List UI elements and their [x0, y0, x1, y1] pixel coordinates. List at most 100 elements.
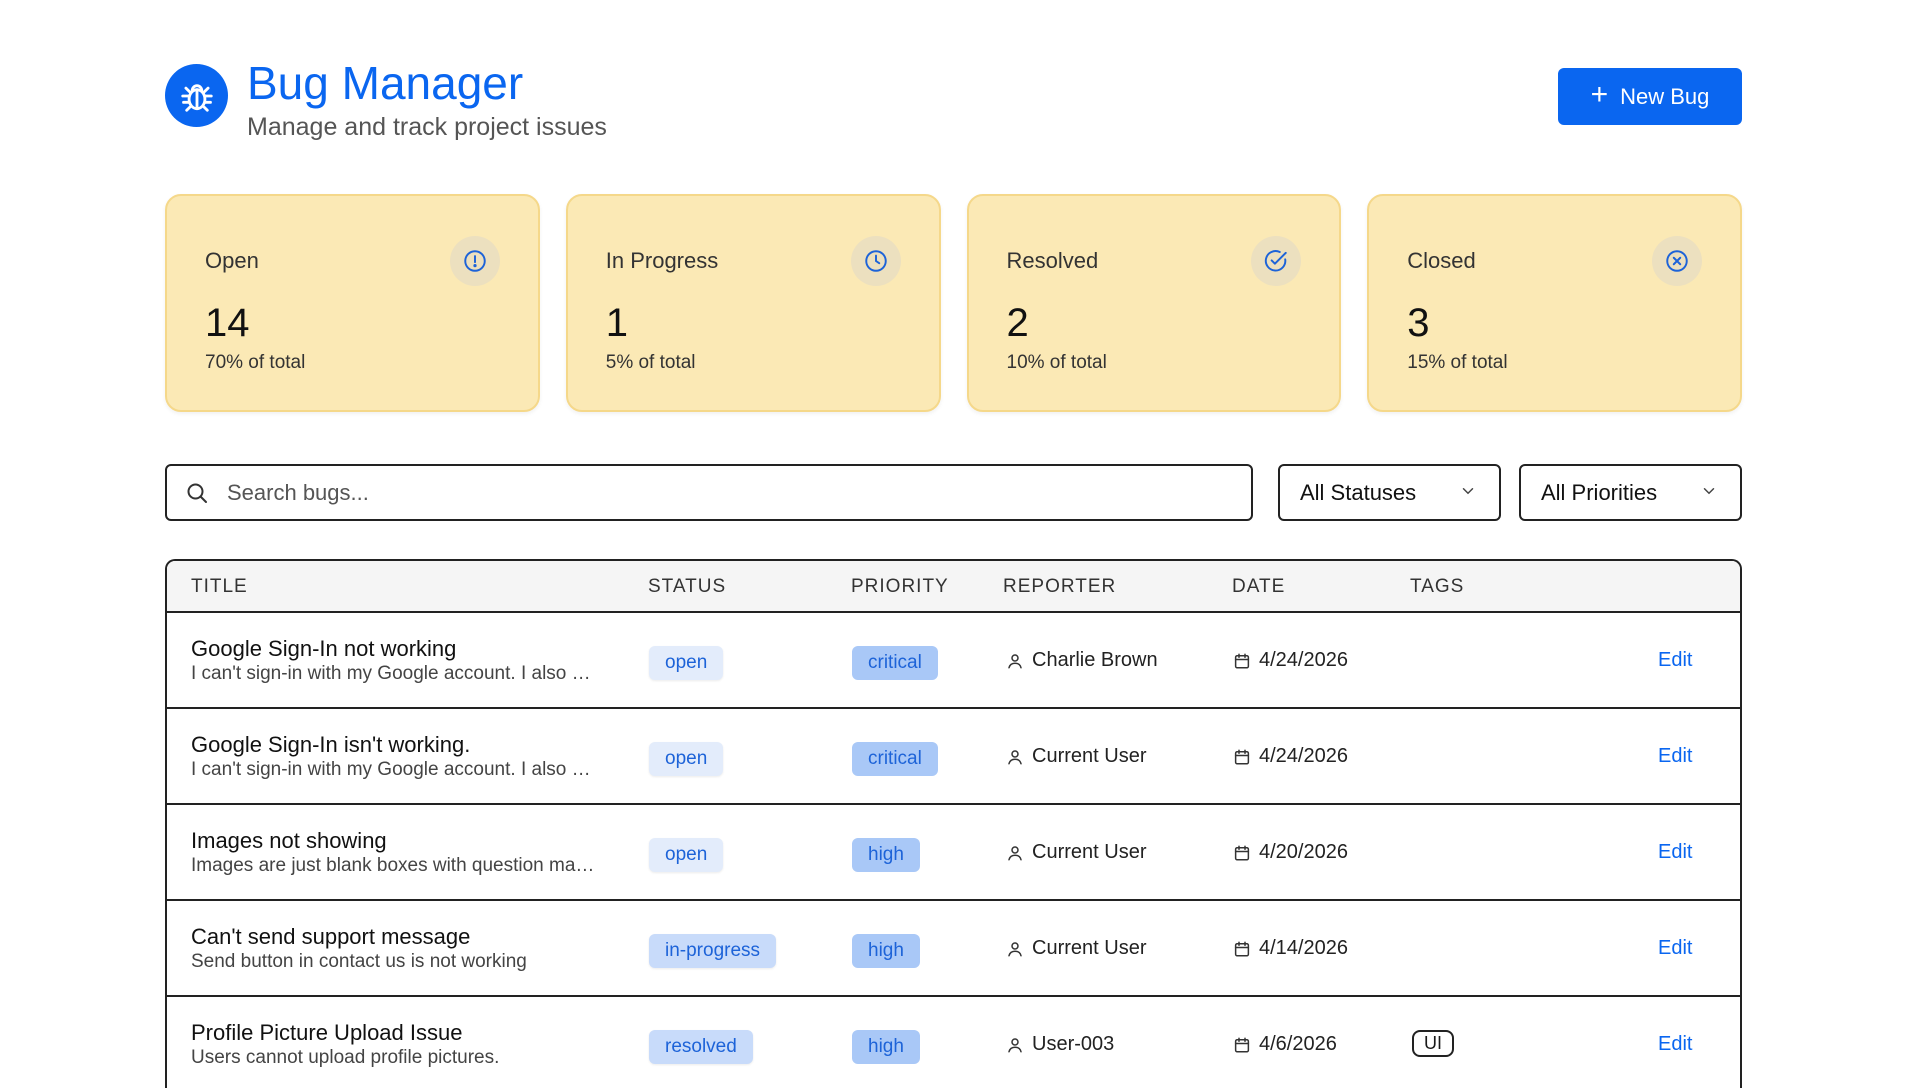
stat-percent: 70% of total	[205, 352, 306, 373]
bug-title-cell: Google Sign-In isn't working. I can't si…	[191, 731, 621, 782]
user-icon	[1008, 941, 1022, 956]
reporter-cell: Current User	[1006, 937, 1146, 960]
table-row[interactable]: Images not showing Images are just blank…	[167, 805, 1740, 901]
date-cell: 4/24/2026	[1233, 649, 1348, 672]
tag-badge: UI	[1412, 1030, 1454, 1057]
table-row[interactable]: Can't send support message Send button i…	[167, 901, 1740, 997]
bug-title-cell: Can't send support message Send button i…	[191, 923, 621, 974]
stat-card-open: Open 14 70% of total	[165, 194, 540, 412]
bug-description: I can't sign-in with my Google account. …	[191, 759, 591, 780]
app-subtitle: Manage and track project issues	[247, 113, 607, 141]
chevron-down-icon	[1700, 480, 1718, 506]
stat-label: Resolved	[1006, 248, 1099, 273]
bug-title-cell: Images not showing Images are just blank…	[191, 827, 621, 878]
tags-cell: UI	[1412, 1030, 1454, 1057]
status-filter-value: All Statuses	[1300, 479, 1417, 505]
stats-row: Open 14 70% of total In Progress 1 5% of…	[165, 194, 1742, 412]
bug-title: Can't send support message	[191, 924, 471, 949]
table-row[interactable]: Profile Picture Upload Issue Users canno…	[167, 997, 1740, 1088]
column-header-status: STATUS	[648, 576, 727, 597]
reporter-cell: User-003	[1006, 1033, 1114, 1056]
column-header-title: TITLE	[191, 576, 248, 597]
plus-icon: +	[1590, 78, 1609, 111]
column-header-tags: TAGS	[1410, 576, 1465, 597]
x-circle-icon	[1652, 236, 1702, 286]
bug-title-cell: Google Sign-In not working I can't sign-…	[191, 635, 621, 686]
edit-link[interactable]: Edit	[1658, 1033, 1692, 1056]
bug-date: 4/24/2026	[1259, 745, 1348, 767]
stat-card-resolved: Resolved 2 10% of total	[966, 194, 1342, 412]
table-row[interactable]: Google Sign-In not working I can't sign-…	[167, 613, 1740, 709]
status-badge: open	[649, 646, 724, 680]
edit-link[interactable]: Edit	[1658, 649, 1692, 672]
status-badge: open	[649, 742, 724, 776]
alert-circle-icon	[449, 236, 500, 286]
bug-description: Images are just blank boxes with questio…	[191, 855, 595, 876]
calendar-icon	[1234, 941, 1250, 956]
search-box[interactable]	[165, 464, 1253, 521]
search-input[interactable]	[227, 479, 1251, 506]
edit-link[interactable]: Edit	[1658, 841, 1692, 864]
date-cell: 4/14/2026	[1233, 937, 1348, 960]
status-badge: in-progress	[649, 934, 777, 968]
user-icon	[1008, 653, 1022, 668]
edit-link[interactable]: Edit	[1658, 937, 1692, 960]
column-header-date: DATE	[1232, 576, 1286, 597]
table-header: TITLE STATUS PRIORITY REPORTER DATE TAGS	[167, 561, 1740, 613]
date-cell: 4/6/2026	[1233, 1033, 1337, 1056]
bug-title: Google Sign-In not working	[191, 636, 457, 661]
stat-label: In Progress	[605, 248, 719, 273]
table-row[interactable]: Google Sign-In isn't working. I can't si…	[167, 709, 1740, 805]
new-bug-label: New Bug	[1620, 83, 1710, 109]
priority-filter-select[interactable]: All Priorities	[1519, 464, 1742, 521]
stat-percent: 5% of total	[605, 352, 696, 373]
stat-value: 1	[605, 301, 628, 345]
check-circle-icon	[1251, 236, 1302, 286]
header: Bug Manager Manage and track project iss…	[165, 56, 1742, 146]
priority-badge: high	[852, 838, 920, 872]
date-cell: 4/20/2026	[1233, 841, 1348, 864]
user-icon	[1008, 1037, 1022, 1052]
calendar-icon	[1234, 1037, 1250, 1052]
bug-date: 4/20/2026	[1259, 841, 1348, 863]
priority-badge: critical	[852, 646, 938, 680]
bug-title-cell: Profile Picture Upload Issue Users canno…	[191, 1019, 621, 1070]
bug-title: Profile Picture Upload Issue	[191, 1020, 463, 1045]
stat-percent: 10% of total	[1006, 352, 1107, 373]
filters-bar: All Statuses All Priorities	[165, 464, 1742, 521]
reporter-cell: Current User	[1006, 841, 1146, 864]
bug-logo-icon	[165, 64, 228, 127]
stat-label: Closed	[1407, 248, 1476, 273]
stat-card-closed: Closed 3 15% of total	[1367, 194, 1742, 412]
column-header-reporter: REPORTER	[1003, 576, 1117, 597]
reporter-name: Current User	[1032, 745, 1147, 767]
stat-percent: 15% of total	[1407, 352, 1508, 373]
reporter-cell: Current User	[1006, 745, 1146, 768]
status-filter-select[interactable]: All Statuses	[1278, 464, 1501, 521]
bug-date: 4/24/2026	[1259, 649, 1348, 671]
reporter-name: Current User	[1032, 937, 1147, 959]
search-icon	[185, 480, 211, 506]
stat-value: 2	[1006, 301, 1029, 345]
clock-icon	[850, 236, 901, 286]
status-badge: open	[649, 838, 724, 872]
chevron-down-icon	[1459, 480, 1477, 506]
bug-title: Images not showing	[191, 828, 387, 853]
user-icon	[1008, 749, 1022, 764]
priority-badge: high	[852, 934, 920, 968]
reporter-name: Current User	[1032, 841, 1147, 863]
stat-value: 14	[205, 301, 250, 345]
bug-title: Google Sign-In isn't working.	[191, 732, 471, 757]
stat-label: Open	[205, 248, 259, 273]
edit-link[interactable]: Edit	[1658, 745, 1692, 768]
date-cell: 4/24/2026	[1233, 745, 1348, 768]
status-badge: resolved	[649, 1030, 753, 1064]
reporter-name: Charlie Brown	[1032, 649, 1158, 671]
stat-value: 3	[1407, 301, 1430, 345]
stat-card-in-progress: In Progress 1 5% of total	[565, 194, 941, 412]
bug-description: Users cannot upload profile pictures.	[191, 1047, 500, 1068]
bug-date: 4/6/2026	[1259, 1033, 1337, 1055]
priority-badge: high	[852, 1030, 920, 1064]
new-bug-button[interactable]: + New Bug	[1558, 68, 1742, 125]
reporter-cell: Charlie Brown	[1006, 649, 1158, 672]
